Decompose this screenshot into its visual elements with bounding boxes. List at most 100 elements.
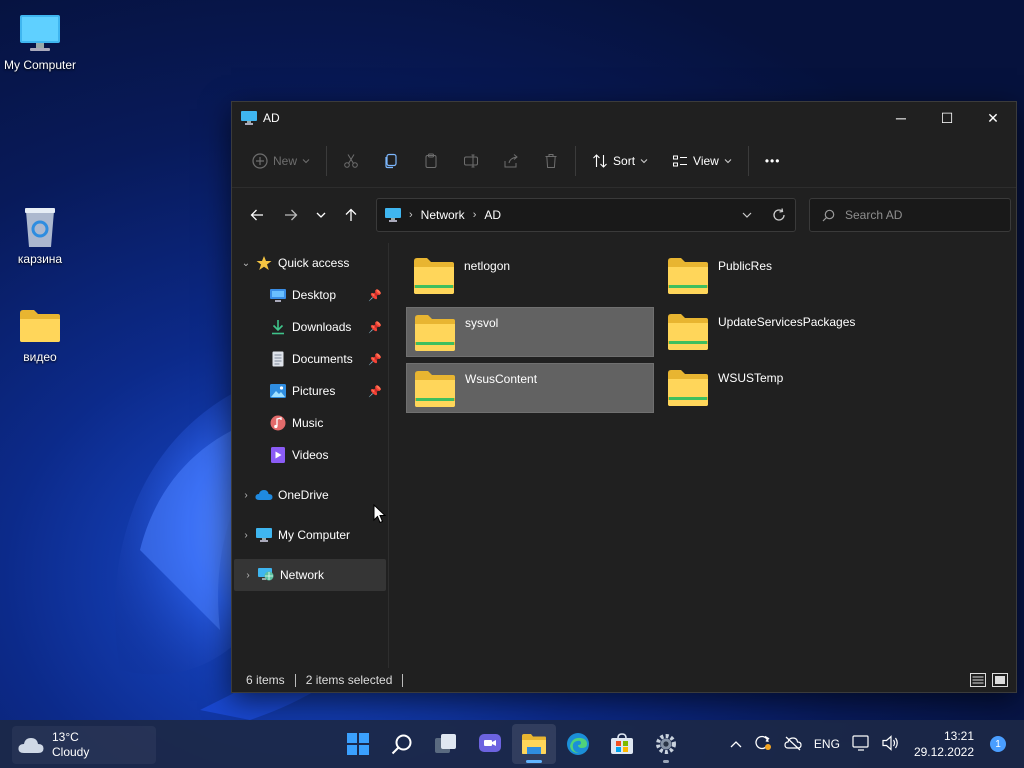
title-bar[interactable]: AD ─ ☐ ✕ (232, 102, 1016, 134)
tiles-view-icon[interactable] (992, 673, 1008, 687)
volume-tray-icon[interactable] (876, 734, 906, 754)
expand-chevron-icon[interactable]: › (232, 490, 254, 501)
close-button[interactable]: ✕ (970, 102, 1016, 134)
expand-chevron-icon[interactable]: › (234, 570, 256, 581)
search-input[interactable] (845, 208, 995, 222)
breadcrumb-ad[interactable]: AD (484, 208, 501, 222)
nav-onedrive[interactable]: › OneDrive (232, 479, 388, 511)
nav-quick-access[interactable]: ⌄ Quick access (232, 247, 388, 279)
sync-icon (755, 735, 771, 750)
delete-button[interactable] (531, 144, 571, 178)
search-box[interactable] (809, 198, 1011, 232)
selected-count: 2 items selected (305, 673, 393, 687)
store-icon (611, 733, 633, 754)
desktop-icon-recycle-bin[interactable]: карзина (0, 204, 80, 266)
separator (575, 145, 577, 176)
nav-music[interactable]: Music (232, 407, 388, 439)
show-hidden-icons-button[interactable] (724, 737, 748, 751)
nav-pictures[interactable]: Pictures 📌 (232, 375, 388, 407)
chevron-up-icon (730, 741, 742, 748)
folder-icon (668, 370, 708, 406)
display-tray-icon[interactable] (846, 734, 876, 754)
network-tray-icon[interactable] (778, 735, 808, 754)
chevron-down-icon (316, 212, 326, 218)
up-button[interactable] (334, 200, 368, 230)
folder-item[interactable]: sysvol (406, 307, 654, 357)
new-button[interactable]: New (240, 144, 322, 178)
search-button[interactable] (380, 724, 424, 764)
maximize-button[interactable]: ☐ (924, 102, 970, 134)
address-bar[interactable]: › Network › AD (376, 198, 796, 232)
notification-badge[interactable]: 1 (990, 736, 1006, 752)
view-button[interactable]: View (660, 144, 744, 178)
nav-videos[interactable]: Videos (232, 439, 388, 471)
language-indicator[interactable]: ENG (808, 737, 846, 751)
download-icon (272, 320, 284, 335)
nav-label: Music (292, 416, 324, 430)
paste-button[interactable] (411, 144, 451, 178)
folder-item[interactable]: PublicRes (660, 251, 908, 301)
search-icon (822, 209, 835, 221)
picture-icon (270, 384, 286, 398)
copy-button[interactable] (371, 144, 411, 178)
folder-item[interactable]: WSUSTemp (660, 363, 908, 413)
desktop-icon-video[interactable]: видео (0, 302, 80, 364)
recent-locations-button[interactable] (308, 200, 334, 230)
nav-downloads[interactable]: Downloads 📌 (232, 311, 388, 343)
share-button[interactable] (491, 144, 531, 178)
update-tray-icon[interactable] (748, 735, 778, 754)
nav-network[interactable]: › Network (234, 559, 386, 591)
taskbar: 13°C Cloudy ENG 13:21 29.12.2022 1 (0, 720, 1024, 768)
nav-my-computer[interactable]: › My Computer (232, 519, 388, 551)
cut-button[interactable] (331, 144, 371, 178)
settings-button[interactable] (644, 724, 688, 764)
task-view-button[interactable] (424, 724, 468, 764)
expand-chevron-icon[interactable]: ⌄ (232, 258, 254, 269)
sort-button[interactable]: Sort (580, 144, 660, 178)
folder-icon (668, 314, 708, 350)
start-button[interactable] (336, 724, 380, 764)
minimize-button[interactable]: ─ (878, 102, 924, 134)
folder-item[interactable]: UpdateServicesPackages (660, 307, 908, 357)
more-options-icon: ••• (764, 153, 781, 168)
address-history-button[interactable] (731, 210, 763, 220)
chat-button[interactable] (468, 724, 512, 764)
file-explorer-button[interactable] (512, 724, 556, 764)
scissors-icon (344, 153, 358, 168)
folder-name: netlogon (464, 259, 511, 273)
chevron-down-icon (302, 158, 310, 163)
forward-button[interactable] (274, 200, 308, 230)
arrow-up-icon (345, 208, 357, 221)
clock[interactable]: 13:21 29.12.2022 (906, 728, 984, 760)
rename-button[interactable] (451, 144, 491, 178)
cloud-icon (255, 490, 273, 500)
nav-label: Pictures (292, 384, 336, 398)
plus-circle-icon (252, 152, 268, 169)
nav-desktop[interactable]: Desktop 📌 (232, 279, 388, 311)
edge-button[interactable] (556, 724, 600, 764)
separator (747, 145, 749, 176)
more-options-button[interactable]: ••• (753, 144, 793, 178)
weather-widget[interactable]: 13°C Cloudy (12, 726, 156, 764)
chevron-down-icon (640, 158, 648, 163)
monitor-icon (20, 15, 60, 51)
weather-temp: 13°C (52, 730, 79, 744)
desktop-icon-my-computer[interactable]: My Computer (0, 10, 80, 72)
network-monitor-icon (385, 208, 401, 222)
folder-item[interactable]: netlogon (406, 251, 654, 301)
breadcrumb-network[interactable]: Network (421, 208, 465, 222)
chevron-down-icon (742, 212, 752, 218)
expand-chevron-icon[interactable]: › (232, 530, 254, 541)
nav-documents[interactable]: Documents 📌 (232, 343, 388, 375)
folder-item[interactable]: WsusContent (406, 363, 654, 413)
music-icon (270, 415, 286, 431)
folder-icon (414, 258, 454, 294)
refresh-button[interactable] (763, 208, 795, 222)
arrow-right-icon (285, 209, 298, 221)
folder-name: sysvol (465, 316, 499, 330)
folder-icon (668, 258, 708, 294)
back-button[interactable] (240, 200, 274, 230)
recycle-bin-icon (25, 208, 55, 247)
details-view-icon[interactable] (970, 673, 986, 687)
store-button[interactable] (600, 724, 644, 764)
